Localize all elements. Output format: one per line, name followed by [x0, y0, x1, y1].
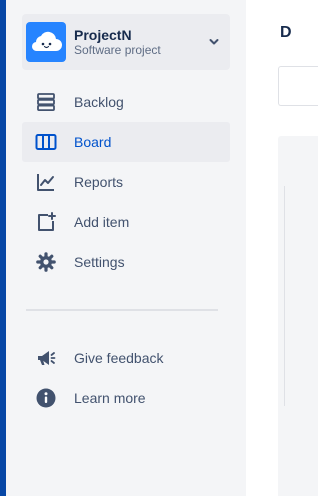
sidebar-item-add-item[interactable]: Add item — [22, 202, 230, 242]
sidebar-item-board[interactable]: Board — [22, 122, 230, 162]
sidebar-item-label: Add item — [74, 214, 130, 230]
megaphone-icon — [34, 346, 58, 370]
gear-icon — [34, 250, 58, 274]
sidebar-item-label: Settings — [74, 254, 125, 270]
board-icon — [34, 130, 58, 154]
sidebar-secondary-nav: Give feedback Learn more — [22, 338, 230, 418]
sidebar-item-label: Board — [74, 134, 112, 150]
sidebar-item-settings[interactable]: Settings — [22, 242, 230, 282]
cloud-avatar-icon — [26, 22, 66, 62]
project-sidebar: ProjectN Software project Backlog Board … — [6, 0, 246, 496]
sidebar-nav: Backlog Board Reports Add item Settings — [22, 82, 230, 282]
give-feedback-label: Give feedback — [74, 350, 164, 366]
learn-more-link[interactable]: Learn more — [22, 378, 230, 418]
chevron-down-icon[interactable] — [202, 30, 226, 54]
board-column — [284, 186, 314, 406]
sidebar-item-backlog[interactable]: Backlog — [22, 82, 230, 122]
add-item-icon — [34, 210, 58, 234]
sidebar-divider — [26, 309, 218, 311]
give-feedback-link[interactable]: Give feedback — [22, 338, 230, 378]
main-content: D — [246, 0, 318, 496]
sidebar-item-label: Backlog — [74, 94, 124, 110]
reports-icon — [34, 170, 58, 194]
board-toolbar[interactable] — [278, 66, 318, 106]
page-title: D — [280, 24, 292, 41]
info-icon — [34, 386, 58, 410]
project-type: Software project — [74, 43, 161, 57]
project-name: ProjectN — [74, 27, 132, 43]
sidebar-item-label: Reports — [74, 174, 124, 190]
learn-more-label: Learn more — [74, 390, 146, 406]
project-switcher[interactable]: ProjectN Software project — [22, 14, 230, 70]
sidebar-item-reports[interactable]: Reports — [22, 162, 230, 202]
backlog-icon — [34, 90, 58, 114]
